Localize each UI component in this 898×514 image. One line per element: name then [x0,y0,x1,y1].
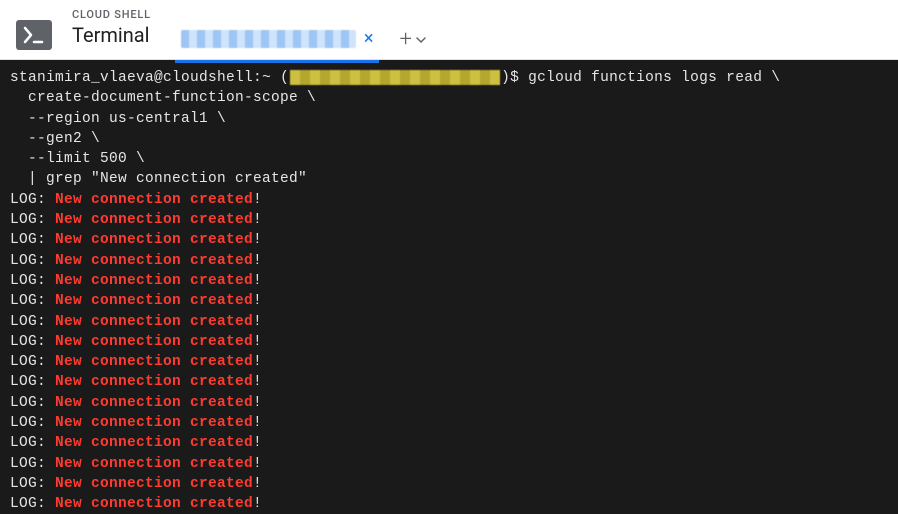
log-line: LOG: New connection created! [10,494,888,514]
log-line: LOG: New connection created! [10,190,888,210]
header-titles: CLOUD SHELL Terminal [72,8,151,47]
terminal-tab[interactable]: × [175,26,380,54]
log-line: LOG: New connection created! [10,230,888,250]
log-line: LOG: New connection created! [10,210,888,230]
prompt-path: ~ [262,70,271,86]
log-line: LOG: New connection created! [10,474,888,494]
log-line: LOG: New connection created! [10,251,888,271]
tab-label-redacted [181,30,356,48]
prompt-line: stanimira_vlaeva@cloudshell:~ ()$ gcloud… [10,68,888,88]
command-0: gcloud functions logs read \ [528,70,780,86]
header-subtitle: CLOUD SHELL [72,8,151,21]
log-line: LOG: New connection created! [10,454,888,474]
log-output: LOG: New connection created!LOG: New con… [10,190,888,514]
log-line: LOG: New connection created! [10,372,888,392]
command-3: --gen2 \ [10,129,888,149]
header-title: Terminal [72,23,151,47]
cloud-shell-header: CLOUD SHELL Terminal × + [0,0,898,60]
close-icon[interactable]: × [364,30,374,48]
log-line: LOG: New connection created! [10,291,888,311]
command-5: | grep "New connection created" [10,169,888,189]
log-line: LOG: New connection created! [10,332,888,352]
log-line: LOG: New connection created! [10,433,888,453]
prompt-user: stanimira_vlaeva@cloudshell [10,70,253,86]
prompt-dollar: $ [510,70,519,86]
log-line: LOG: New connection created! [10,393,888,413]
log-line: LOG: New connection created! [10,271,888,291]
terminal-output[interactable]: stanimira_vlaeva@cloudshell:~ ()$ gcloud… [0,60,898,514]
plus-icon: + [399,29,411,51]
add-tab-button[interactable]: + [399,29,425,51]
log-line: LOG: New connection created! [10,413,888,433]
command-1: create-document-function-scope \ [10,88,888,108]
command-2: --region us-central1 \ [10,109,888,129]
chevron-down-icon [416,35,426,45]
command-4: --limit 500 \ [10,149,888,169]
log-line: LOG: New connection created! [10,312,888,332]
tabs-row: × + [175,26,426,54]
project-id-redacted [290,70,500,85]
cloud-shell-icon [16,20,52,50]
log-line: LOG: New connection created! [10,352,888,372]
